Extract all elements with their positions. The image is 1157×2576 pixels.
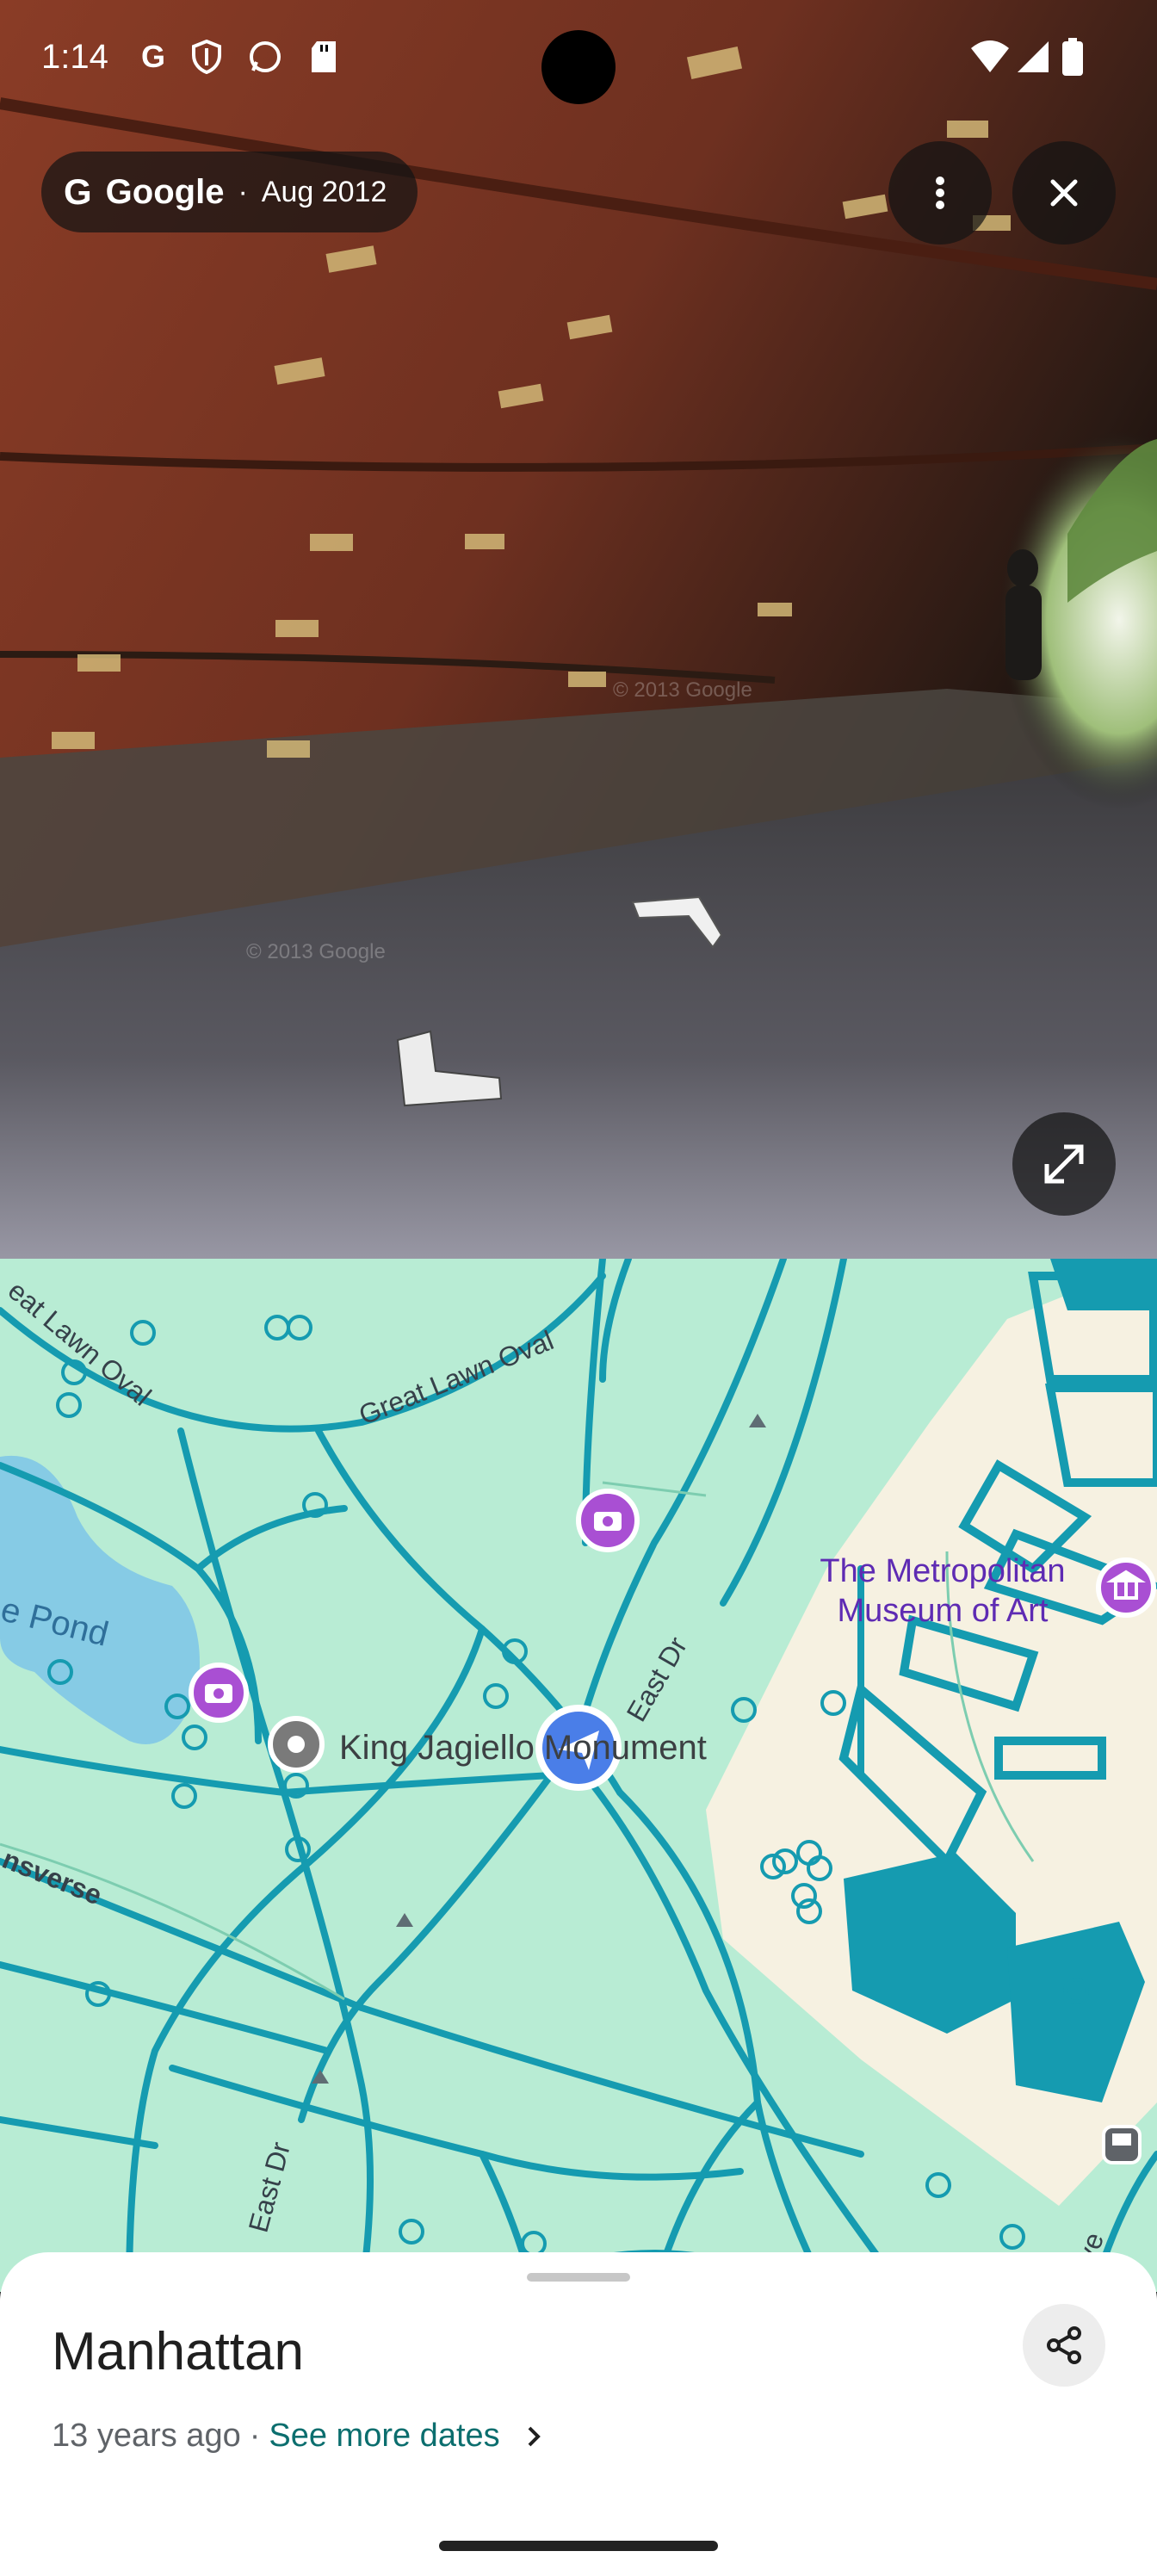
place-sheet[interactable]: Manhattan 13 years ago · See more dates [0,2252,1157,2576]
close-icon [1050,179,1078,207]
date-separator: · [238,175,248,208]
imagery-date-chip[interactable]: G Google · Aug 2012 [41,152,418,232]
expand-button[interactable] [1012,1112,1116,1216]
google-icon: G [140,39,165,74]
age-separator: · [249,2418,261,2454]
vpn-shield-icon [189,40,224,74]
map-label-monument[interactable]: King Jagiello Monument [339,1729,707,1768]
map-canvas [0,1259,1157,2292]
share-icon [1047,2326,1081,2364]
battery-icon [1061,38,1085,76]
whatsapp-icon [248,40,282,74]
imagery-date: Aug 2012 [261,175,387,208]
street-view-watermark-2: © 2013 Google [246,940,386,963]
sd-card-icon [306,40,341,74]
map-view[interactable]: Great Lawn Oval eat Lawn Oval e Pond The… [0,1259,1157,2292]
signal-icon [1016,40,1050,74]
google-g-icon: G [64,171,92,212]
see-more-dates-link[interactable]: See more dates [269,2418,499,2455]
more-vert-icon [936,176,944,209]
camera-pin-icon [576,1489,640,1552]
map-label-museum[interactable]: The Metropolitan Museum of Art [801,1551,1085,1631]
chevron-right-icon[interactable] [521,2424,547,2449]
front-camera [541,30,616,104]
place-title: Manhattan [52,2322,304,2381]
street-view-watermark: © 2013 Google [613,678,752,702]
provider-label: Google [105,172,225,211]
sheet-drag-handle[interactable] [527,2273,630,2282]
share-button[interactable] [1023,2304,1105,2387]
status-time: 1:14 [41,38,108,76]
imagery-age-line: 13 years ago · See more dates [52,2418,547,2455]
status-bar: 1:14 G [0,0,1157,129]
gesture-nav-bar[interactable] [439,2541,718,2551]
close-button[interactable] [1012,141,1116,245]
more-options-button[interactable] [888,141,992,245]
expand-icon [1044,1144,1084,1184]
imagery-age: 13 years ago [52,2418,241,2454]
wifi-icon [969,40,1011,74]
